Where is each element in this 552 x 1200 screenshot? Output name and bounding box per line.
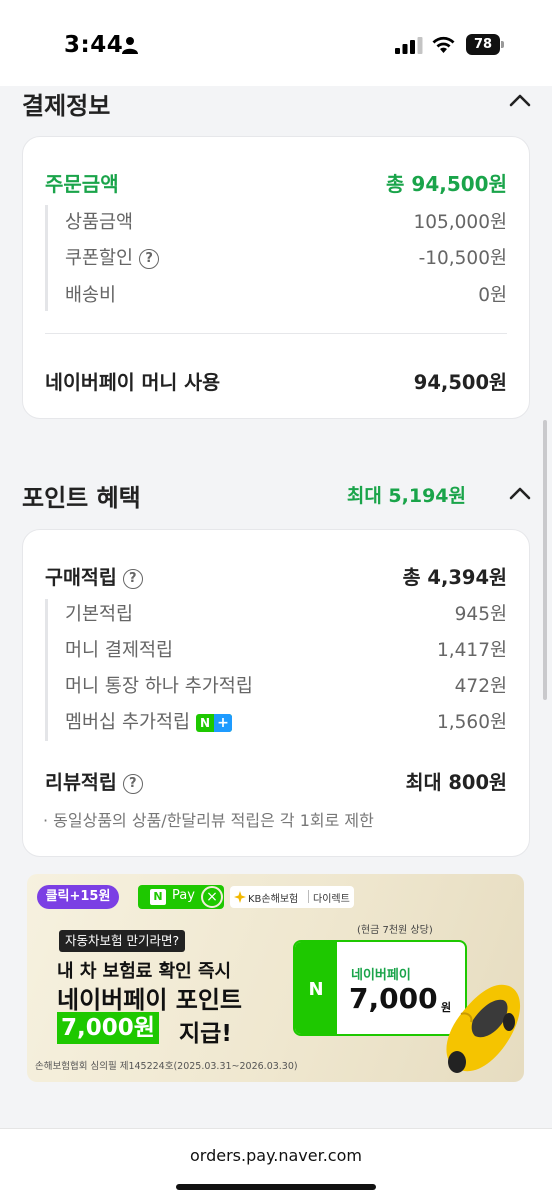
help-icon[interactable]: ?: [122, 568, 143, 589]
points-card: 구매적립? 총 4,394원 기본적립 945원 머니 결제적립 1,417원 …: [22, 529, 530, 857]
battery-indicator: 78: [466, 34, 504, 55]
money-account-points-label: 머니 통장 하나 추가적립: [65, 676, 253, 697]
ad-highlight-amount: 7,000원: [57, 1012, 159, 1044]
scrollbar[interactable]: [543, 420, 547, 700]
purchase-points-label: 구매적립: [45, 566, 117, 589]
status-time: 3:44: [64, 32, 124, 58]
basic-points-label: 기본적립: [65, 604, 134, 625]
review-points-value: 최대 800원: [405, 771, 507, 794]
order-amount-value: 총 94,500원: [386, 172, 507, 196]
battery-nub: [501, 41, 504, 48]
card-brand: 네이버페이: [351, 968, 411, 983]
membership-points-value: 1,560원: [437, 712, 507, 733]
kb-insurance-chip: KB손해보험 다이렉트: [230, 886, 354, 908]
ad-line-3: 지급!: [179, 1021, 232, 1047]
coupon-discount-label: 쿠폰할인: [65, 248, 134, 269]
payment-info-card: 주문금액 총 94,500원 상품금액 105,000원 쿠폰할인? -10,5…: [22, 136, 530, 419]
help-icon[interactable]: ?: [139, 249, 160, 269]
purchase-points-value: 총 4,394원: [402, 566, 507, 589]
chevron-up-icon[interactable]: [509, 486, 531, 500]
chevron-up-icon[interactable]: [509, 93, 531, 107]
status-bar: 3:44 78: [0, 0, 552, 86]
person-icon: [122, 37, 138, 54]
money-payment-points-label: 머니 결제적립: [65, 640, 174, 661]
divider: [45, 333, 507, 334]
basic-points-value: 945원: [454, 604, 507, 625]
home-indicator[interactable]: [176, 1184, 376, 1190]
product-amount-value: 105,000원: [413, 212, 507, 233]
order-amount-label: 주문금액: [45, 172, 119, 196]
membership-points-label: 멤버십 추가적립: [65, 712, 191, 733]
money-payment-points-value: 1,417원: [437, 640, 507, 661]
review-points-note: · 동일상품의 상품/한달리뷰 적립은 각 1회로 제한: [43, 811, 374, 830]
review-points-label: 리뷰적립: [45, 771, 117, 794]
battery-level: 78: [466, 34, 500, 55]
shipping-fee-value: 0원: [478, 285, 507, 306]
payment-info-title: 결제정보: [22, 92, 111, 120]
naver-n-icon: N: [295, 942, 337, 1034]
naver-n-icon: N: [150, 889, 166, 905]
divider: [308, 890, 309, 903]
cellular-signal-icon: [395, 37, 423, 54]
yellow-car-icon: [446, 984, 521, 1073]
shipping-fee-label: 배송비: [65, 285, 117, 306]
points-title: 포인트 혜택: [22, 484, 141, 512]
wifi-icon: [432, 36, 455, 53]
url-bar[interactable]: orders.pay.naver.com: [0, 1146, 552, 1165]
click-reward-badge: 클릭+15원: [37, 885, 119, 909]
direct-label: 다이렉트: [313, 894, 350, 905]
naver-plus-membership-icon: N +: [196, 714, 233, 732]
ad-banner[interactable]: 클릭+15원 N Pay × KB손해보험 다이렉트 자동차보험 만기라면? 내…: [27, 874, 524, 1082]
card-amount: 7,000: [349, 982, 438, 1015]
card-note: (현금 7천원 상당): [357, 925, 433, 936]
product-amount-label: 상품금액: [65, 212, 134, 233]
close-icon: ×: [201, 886, 223, 908]
coupon-discount-value: -10,500원: [418, 248, 507, 269]
pay-label: Pay: [172, 888, 195, 903]
kb-star-icon: [234, 891, 246, 903]
naverpay-money-value: 94,500원: [413, 371, 507, 394]
kb-label: KB손해보험: [248, 894, 299, 905]
browser-bottom-bar: orders.pay.naver.com: [0, 1128, 552, 1200]
help-icon[interactable]: ?: [122, 773, 143, 794]
ad-line-2: 네이버페이 포인트: [57, 986, 242, 1014]
points-max-value: 최대 5,194원: [346, 485, 466, 507]
ad-tag: 자동차보험 만기라면?: [59, 930, 186, 952]
detail-divider-bar: [45, 599, 48, 741]
ad-footer: 손해보험협회 심의필 제145224호(2025.03.31~2026.03.3…: [35, 1061, 298, 1072]
naverpay-money-label: 네이버페이 머니 사용: [45, 371, 221, 394]
money-account-points-value: 472원: [454, 676, 507, 697]
detail-divider-bar: [45, 205, 48, 311]
